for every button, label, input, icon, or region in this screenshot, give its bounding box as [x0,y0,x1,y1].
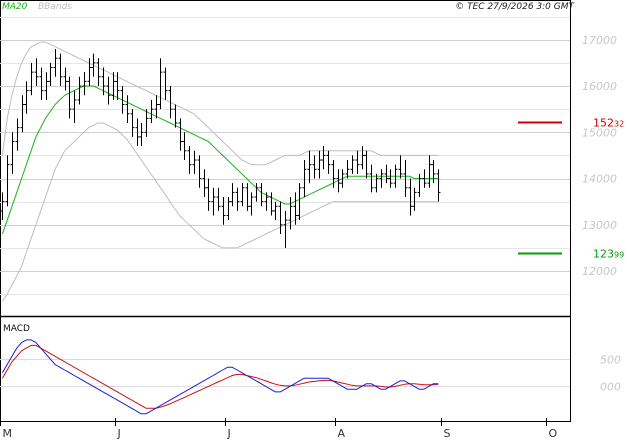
bb-lower-line [1,122,439,302]
ohlc-bar [158,58,163,110]
price-tick-label: 16000 [582,80,617,93]
ohlc-bar [379,169,384,188]
ohlc-bar [355,150,360,174]
ohlc-bar [53,49,58,77]
ohlc-bar [20,95,25,133]
ohlc-bar [34,58,39,87]
ohlc-bar [360,146,365,170]
copyright-text: © TEC 27/9/2026 3:0 GMT [455,2,575,12]
x-tick-label: J [117,427,121,440]
ohlc-bar [63,67,68,91]
ohlc-bar [326,150,331,174]
ohlc-bar [398,155,403,179]
price-tick-label: 14000 [582,173,617,186]
ohlc-bar [29,62,34,96]
ohlc-bar [77,76,82,105]
ohlc-bar [321,146,326,170]
ohlc-bar [340,169,345,188]
ohlc-bar [39,67,44,100]
ohlc-bar [384,164,389,184]
ohlc-bar [178,118,183,151]
ohlc-bar [96,58,101,87]
ohlc-bar [192,150,197,174]
price-gridlines [0,17,570,295]
ohlc-bar [403,160,408,198]
ohlc-bar [173,104,178,128]
ohlc-bar [58,53,63,87]
ma20-line [1,85,439,235]
ohlc-bar [149,99,154,124]
ohlc-bar [206,178,211,211]
ohlc-bar [163,67,168,100]
macd-path [1,339,439,415]
ohlc-bar [5,155,10,207]
ma20-legend: MA20 [2,2,28,12]
ohlc-bar [254,183,259,202]
ohlc-bar [269,192,274,216]
ohlc-bar [312,155,317,179]
ohlc-bar [10,132,15,174]
ohlc-bar [273,201,278,221]
ohlc-bar [106,76,111,105]
ohlc-bar [154,95,159,119]
ohlc-bar [0,192,5,221]
ohlc-bar [283,210,288,248]
ohlc-bar [249,192,254,216]
ohlc-bar [48,62,53,87]
ohlc-bar [412,187,417,211]
ohlc-bar [226,197,231,221]
x-tick-label: O [549,427,558,440]
ohlc-bar [297,183,302,221]
ohlc-bar [72,90,77,124]
axes: 12000 13000 14000 15000 16000 17000 000 500 M J J A… [0,34,621,440]
ohlc-bar [388,169,393,188]
ohlc-bar [15,118,20,151]
ohlc-bar [139,123,144,147]
ma20-path [1,85,439,235]
ohlc-bar [278,201,283,235]
x-tick-label: J [227,427,231,440]
ohlc-bar [216,187,221,211]
ohlc-bar [317,150,322,179]
bbands-legend: BBands [38,2,72,12]
ohlc-bar [91,53,96,77]
ohlc-bar [350,155,355,174]
price-tick-label: 13000 [582,219,617,232]
ohlc-bar [245,183,250,211]
ohlc-bar [417,173,422,198]
ohlc-bar [427,155,432,188]
macd-tick-label: 500 [600,354,621,367]
x-tick-label: S [444,427,451,440]
price-tick-label: 15000 [582,126,617,139]
macd-lines [1,339,439,415]
support-label-decimals: 99 [614,251,624,260]
ohlc-bar [302,160,307,198]
x-tick-label: M [3,427,13,440]
macd-tick-label: 000 [600,381,621,394]
support-label: 12399 [593,248,624,261]
ohlc-bar [369,164,374,193]
price-tick-label: 17000 [582,34,617,47]
x-tick-label: A [338,427,346,440]
ohlc-bar [211,187,216,216]
bb-upper-line [1,41,439,166]
stock-chart: 1523212399 12000130001400015000160001700… [0,0,624,440]
macd-title: MACD [3,324,30,334]
ohlc-bar [221,197,226,225]
ohlc-bar [67,76,72,119]
ohlc-bar [408,178,413,216]
ohlc-bar [82,72,87,96]
ohlc-bar [197,155,202,188]
ohlc-bar [436,169,441,202]
ohlc-bar [202,169,207,198]
price-tick-label: 12000 [582,265,617,278]
ohlc-bar [364,150,369,179]
ohlc-bar [187,146,192,174]
ohlc-bar [235,187,240,211]
ohlc-bar [288,197,293,230]
signal-path [1,344,439,409]
